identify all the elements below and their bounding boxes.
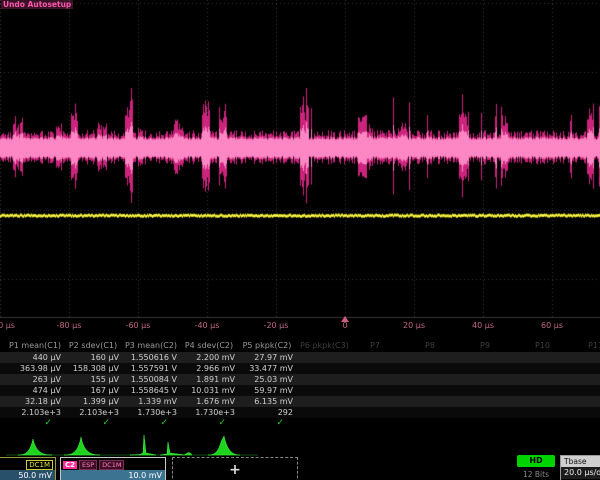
measure-column-1: P1 mean(C1)440 µV363.98 µV263 µV474 µV32…	[6, 340, 64, 428]
status-check-icon: ✓	[122, 418, 180, 428]
measure-header[interactable]: P3 mean(C2)	[122, 340, 180, 352]
measure-header[interactable]: P5 pkpk(C2)	[238, 340, 296, 352]
measure-value: 1.676 mV	[180, 396, 238, 407]
measure-value: 1.558645 V	[122, 385, 180, 396]
measure-value: 263 µV	[6, 374, 64, 385]
c2-channel-badge: C2	[63, 461, 77, 469]
measure-header[interactable]: P2 sdev(C1)	[64, 340, 122, 352]
measure-value: 1.730e+3	[122, 407, 180, 418]
histicon-p4[interactable]	[160, 442, 192, 455]
measure-header[interactable]: P1 mean(C1)	[6, 340, 64, 352]
measure-value: 1.557591 V	[122, 363, 180, 374]
measurement-histicons[interactable]	[0, 430, 300, 458]
time-tick-label: -100 µs	[0, 321, 15, 330]
measure-value: 1.339 mV	[122, 396, 180, 407]
measure-value: 440 µV	[6, 352, 64, 363]
histicon-p5[interactable]	[208, 436, 240, 455]
timebase-label: Tbase	[561, 456, 600, 467]
measure-header-disabled[interactable]: P11	[588, 340, 600, 352]
measure-value: 32.18 µV	[6, 396, 64, 407]
measure-value: 292	[238, 407, 296, 418]
timebase-descriptor[interactable]: Tbase 20.0 µs/div	[560, 455, 600, 480]
undo-autosetup-button[interactable]: Undo Autosetup	[1, 0, 73, 9]
measure-value: 2.103e+3	[64, 407, 122, 418]
oscilloscope-screen: Undo Autosetup -100 µs -80 µs -60 µs -40 µs…	[0, 0, 600, 480]
measure-column-2: P2 sdev(C1)160 µV158.308 µV155 µV167 µV1…	[64, 340, 122, 428]
time-tick-label: 40 µs	[472, 321, 494, 330]
time-tick-label: -60 µs	[126, 321, 151, 330]
measure-value: 2.103e+3	[6, 407, 64, 418]
measure-column-3: P3 mean(C2)1.550616 V1.557591 V1.550084 …	[122, 340, 180, 428]
time-tick-label: 0	[342, 321, 347, 330]
c2-volts-per-div: 10.0 mV	[61, 470, 165, 480]
measure-column-disabled: P11	[588, 340, 600, 352]
time-tick-label: 60 µs	[541, 321, 563, 330]
measure-value: 59.97 mV	[238, 385, 296, 396]
measure-value: 2.966 mV	[180, 363, 238, 374]
plus-icon: +	[229, 462, 241, 478]
waveform-display[interactable]	[0, 0, 600, 318]
measure-value: 6.135 mV	[238, 396, 296, 407]
status-check-icon: ✓	[180, 418, 238, 428]
histicon-p2[interactable]	[64, 437, 100, 455]
hd-bits-label: 12 Bits	[513, 470, 559, 479]
time-axis: -100 µs -80 µs -60 µs -40 µs -20 µs 0 20 µs 40 …	[0, 318, 600, 338]
time-tick-label: -40 µs	[195, 321, 220, 330]
status-check-icon: ✓	[64, 418, 122, 428]
measure-value: 1.730e+3	[180, 407, 238, 418]
measure-value: 1.550084 V	[122, 374, 180, 385]
measure-value: 363.98 µV	[6, 363, 64, 374]
time-tick-label: 20 µs	[403, 321, 425, 330]
status-check-icon: ✓	[6, 418, 64, 428]
measure-header[interactable]: P4 sdev(C2)	[180, 340, 238, 352]
measure-value: 2.200 mV	[180, 352, 238, 363]
histicon-p3[interactable]	[130, 435, 156, 455]
time-tick-label: -20 µs	[264, 321, 289, 330]
measure-value: 155 µV	[64, 374, 122, 385]
status-check-icon: ✓	[238, 418, 296, 428]
measure-value: 10.031 mV	[180, 385, 238, 396]
measure-value: 167 µV	[64, 385, 122, 396]
trigger-position-marker[interactable]	[341, 316, 349, 322]
measurement-table: P1 mean(C1)440 µV363.98 µV263 µV474 µV32…	[0, 340, 600, 432]
channel-descriptor-c2[interactable]: C2 ESP DC1M 10.0 mV	[60, 457, 166, 480]
histicon-p1[interactable]	[18, 439, 52, 455]
c1-coupling-badge: DC1M	[26, 460, 53, 470]
add-trace-button[interactable]: +	[172, 457, 298, 480]
hd-mode-badge[interactable]: HD	[517, 455, 555, 467]
measure-value: 1.399 µV	[64, 396, 122, 407]
channel-descriptor-c1[interactable]: DC1M 50.0 mV	[0, 457, 56, 480]
c2-coupling-badge: DC1M	[99, 460, 124, 470]
measure-value: 474 µV	[6, 385, 64, 396]
measure-value: 1.550616 V	[122, 352, 180, 363]
measure-value: 33.477 mV	[238, 363, 296, 374]
timebase-value: 20.0 µs/div	[561, 467, 600, 479]
measure-column-4: P4 sdev(C2)2.200 mV2.966 mV1.891 mV10.03…	[180, 340, 238, 428]
measure-column-5: P5 pkpk(C2)27.97 mV33.477 mV25.03 mV59.9…	[238, 340, 296, 428]
time-tick-label: -80 µs	[57, 321, 82, 330]
measure-value: 1.891 mV	[180, 374, 238, 385]
c2-esp-badge: ESP	[79, 460, 97, 470]
c1-volts-per-div: 50.0 mV	[0, 470, 55, 480]
measure-header-disabled[interactable]: P6 pkpk(C3)	[300, 340, 364, 352]
measure-value: 25.03 mV	[238, 374, 296, 385]
measure-value: 158.308 µV	[64, 363, 122, 374]
measure-column-disabled: P6 pkpk(C3)	[300, 340, 364, 352]
measure-value: 27.97 mV	[238, 352, 296, 363]
measure-value: 160 µV	[64, 352, 122, 363]
